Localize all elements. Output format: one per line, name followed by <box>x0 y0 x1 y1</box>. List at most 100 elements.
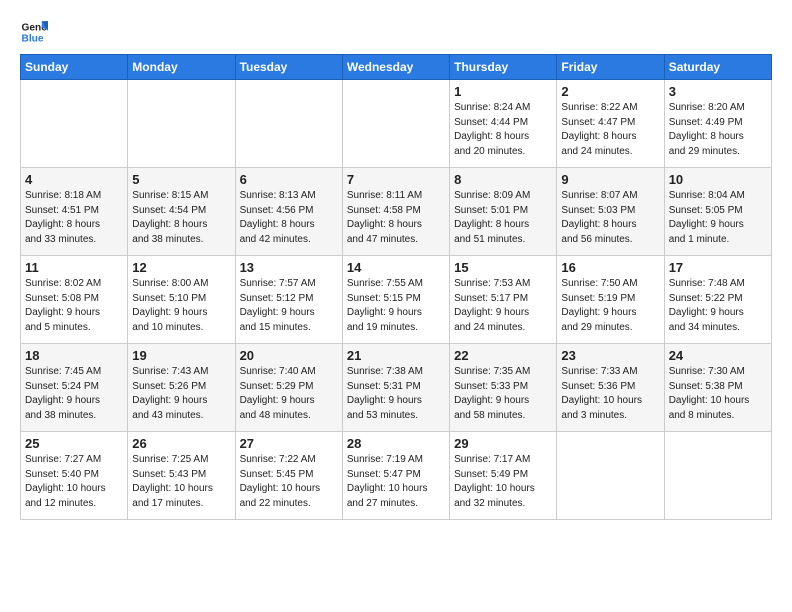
day-number: 6 <box>240 172 338 187</box>
day-number: 27 <box>240 436 338 451</box>
day-info: Sunrise: 7:45 AMSunset: 5:24 PMDaylight:… <box>25 365 123 423</box>
calendar-cell: 11 Sunrise: 8:02 AMSunset: 5:08 PMDayligh… <box>21 256 128 344</box>
calendar-cell: 16 Sunrise: 7:50 AMSunset: 5:19 PMDayligh… <box>557 256 664 344</box>
day-number: 15 <box>454 260 552 275</box>
calendar-cell <box>664 432 771 520</box>
day-info: Sunrise: 7:35 AMSunset: 5:33 PMDaylight:… <box>454 365 552 423</box>
calendar-cell <box>342 80 449 168</box>
day-info: Sunrise: 7:17 AMSunset: 5:49 PMDaylight:… <box>454 453 552 511</box>
day-number: 21 <box>347 348 445 363</box>
calendar-cell: 25 Sunrise: 7:27 AMSunset: 5:40 PMDayligh… <box>21 432 128 520</box>
day-number: 9 <box>561 172 659 187</box>
svg-text:Blue: Blue <box>22 33 44 44</box>
calendar-table: SundayMondayTuesdayWednesdayThursdayFrid… <box>20 54 772 520</box>
day-number: 26 <box>132 436 230 451</box>
calendar-cell: 17 Sunrise: 7:48 AMSunset: 5:22 PMDayligh… <box>664 256 771 344</box>
day-info: Sunrise: 7:40 AMSunset: 5:29 PMDaylight:… <box>240 365 338 423</box>
week-row-1: 1 Sunrise: 8:24 AMSunset: 4:44 PMDaylight… <box>21 80 772 168</box>
day-number: 3 <box>669 84 767 99</box>
day-number: 8 <box>454 172 552 187</box>
weekday-tuesday: Tuesday <box>235 55 342 80</box>
calendar-cell <box>557 432 664 520</box>
day-number: 24 <box>669 348 767 363</box>
day-number: 2 <box>561 84 659 99</box>
day-info: Sunrise: 8:02 AMSunset: 5:08 PMDaylight:… <box>25 277 123 335</box>
calendar-cell: 23 Sunrise: 7:33 AMSunset: 5:36 PMDayligh… <box>557 344 664 432</box>
day-info: Sunrise: 7:55 AMSunset: 5:15 PMDaylight:… <box>347 277 445 335</box>
day-number: 10 <box>669 172 767 187</box>
calendar-cell: 6 Sunrise: 8:13 AMSunset: 4:56 PMDaylight… <box>235 168 342 256</box>
day-number: 11 <box>25 260 123 275</box>
week-row-3: 11 Sunrise: 8:02 AMSunset: 5:08 PMDayligh… <box>21 256 772 344</box>
calendar-cell: 3 Sunrise: 8:20 AMSunset: 4:49 PMDaylight… <box>664 80 771 168</box>
day-number: 14 <box>347 260 445 275</box>
day-info: Sunrise: 7:27 AMSunset: 5:40 PMDaylight:… <box>25 453 123 511</box>
weekday-monday: Monday <box>128 55 235 80</box>
calendar-cell: 4 Sunrise: 8:18 AMSunset: 4:51 PMDaylight… <box>21 168 128 256</box>
calendar-cell: 24 Sunrise: 7:30 AMSunset: 5:38 PMDayligh… <box>664 344 771 432</box>
calendar-cell: 8 Sunrise: 8:09 AMSunset: 5:01 PMDaylight… <box>450 168 557 256</box>
day-info: Sunrise: 8:04 AMSunset: 5:05 PMDaylight:… <box>669 189 767 247</box>
day-info: Sunrise: 7:25 AMSunset: 5:43 PMDaylight:… <box>132 453 230 511</box>
logo: General Blue <box>20 18 52 46</box>
day-info: Sunrise: 7:19 AMSunset: 5:47 PMDaylight:… <box>347 453 445 511</box>
day-number: 13 <box>240 260 338 275</box>
day-info: Sunrise: 7:30 AMSunset: 5:38 PMDaylight:… <box>669 365 767 423</box>
weekday-wednesday: Wednesday <box>342 55 449 80</box>
calendar-cell: 9 Sunrise: 8:07 AMSunset: 5:03 PMDaylight… <box>557 168 664 256</box>
weekday-thursday: Thursday <box>450 55 557 80</box>
calendar-cell <box>235 80 342 168</box>
day-info: Sunrise: 7:38 AMSunset: 5:31 PMDaylight:… <box>347 365 445 423</box>
calendar-cell: 5Sunrise: 8:15 AMSunset: 4:54 PMDaylight… <box>128 168 235 256</box>
day-info: Sunrise: 7:22 AMSunset: 5:45 PMDaylight:… <box>240 453 338 511</box>
weekday-sunday: Sunday <box>21 55 128 80</box>
calendar-cell: 27 Sunrise: 7:22 AMSunset: 5:45 PMDayligh… <box>235 432 342 520</box>
day-number: 17 <box>669 260 767 275</box>
day-number: 12 <box>132 260 230 275</box>
day-number: 22 <box>454 348 552 363</box>
calendar-cell: 28Sunrise: 7:19 AMSunset: 5:47 PMDayligh… <box>342 432 449 520</box>
weekday-saturday: Saturday <box>664 55 771 80</box>
calendar-cell <box>21 80 128 168</box>
calendar-cell: 26 Sunrise: 7:25 AMSunset: 5:43 PMDayligh… <box>128 432 235 520</box>
calendar-cell: 13 Sunrise: 7:57 AMSunset: 5:12 PMDayligh… <box>235 256 342 344</box>
weekday-friday: Friday <box>557 55 664 80</box>
day-number: 4 <box>25 172 123 187</box>
day-info: Sunrise: 7:48 AMSunset: 5:22 PMDaylight:… <box>669 277 767 335</box>
calendar-cell: 2Sunrise: 8:22 AMSunset: 4:47 PMDaylight… <box>557 80 664 168</box>
day-info: Sunrise: 8:24 AMSunset: 4:44 PMDaylight:… <box>454 101 552 159</box>
day-number: 19 <box>132 348 230 363</box>
day-info: Sunrise: 8:09 AMSunset: 5:01 PMDaylight:… <box>454 189 552 247</box>
day-info: Sunrise: 7:50 AMSunset: 5:19 PMDaylight:… <box>561 277 659 335</box>
calendar-cell: 15 Sunrise: 7:53 AMSunset: 5:17 PMDayligh… <box>450 256 557 344</box>
day-number: 16 <box>561 260 659 275</box>
day-number: 23 <box>561 348 659 363</box>
day-number: 29 <box>454 436 552 451</box>
day-info: Sunrise: 7:33 AMSunset: 5:36 PMDaylight:… <box>561 365 659 423</box>
calendar-cell: 20 Sunrise: 7:40 AMSunset: 5:29 PMDayligh… <box>235 344 342 432</box>
page: General Blue SundayMondayTuesdayWednesda… <box>0 0 792 612</box>
day-number: 1 <box>454 84 552 99</box>
calendar-cell: 22 Sunrise: 7:35 AMSunset: 5:33 PMDayligh… <box>450 344 557 432</box>
day-number: 25 <box>25 436 123 451</box>
calendar-cell <box>128 80 235 168</box>
day-info: Sunrise: 8:13 AMSunset: 4:56 PMDaylight:… <box>240 189 338 247</box>
calendar-cell: 14 Sunrise: 7:55 AMSunset: 5:15 PMDayligh… <box>342 256 449 344</box>
day-info: Sunrise: 7:57 AMSunset: 5:12 PMDaylight:… <box>240 277 338 335</box>
day-number: 7 <box>347 172 445 187</box>
day-info: Sunrise: 8:18 AMSunset: 4:51 PMDaylight:… <box>25 189 123 247</box>
calendar-cell: 19Sunrise: 7:43 AMSunset: 5:26 PMDayligh… <box>128 344 235 432</box>
calendar-cell: 7 Sunrise: 8:11 AMSunset: 4:58 PMDaylight… <box>342 168 449 256</box>
day-number: 20 <box>240 348 338 363</box>
day-number: 18 <box>25 348 123 363</box>
day-info: Sunrise: 7:53 AMSunset: 5:17 PMDaylight:… <box>454 277 552 335</box>
calendar-cell: 18 Sunrise: 7:45 AMSunset: 5:24 PMDayligh… <box>21 344 128 432</box>
day-info: Sunrise: 8:11 AMSunset: 4:58 PMDaylight:… <box>347 189 445 247</box>
day-number: 5 <box>132 172 230 187</box>
day-info: Sunrise: 8:07 AMSunset: 5:03 PMDaylight:… <box>561 189 659 247</box>
day-info: Sunrise: 8:20 AMSunset: 4:49 PMDaylight:… <box>669 101 767 159</box>
header: General Blue <box>20 18 772 46</box>
weekday-header-row: SundayMondayTuesdayWednesdayThursdayFrid… <box>21 55 772 80</box>
calendar-cell: 29 Sunrise: 7:17 AMSunset: 5:49 PMDayligh… <box>450 432 557 520</box>
week-row-5: 25 Sunrise: 7:27 AMSunset: 5:40 PMDayligh… <box>21 432 772 520</box>
